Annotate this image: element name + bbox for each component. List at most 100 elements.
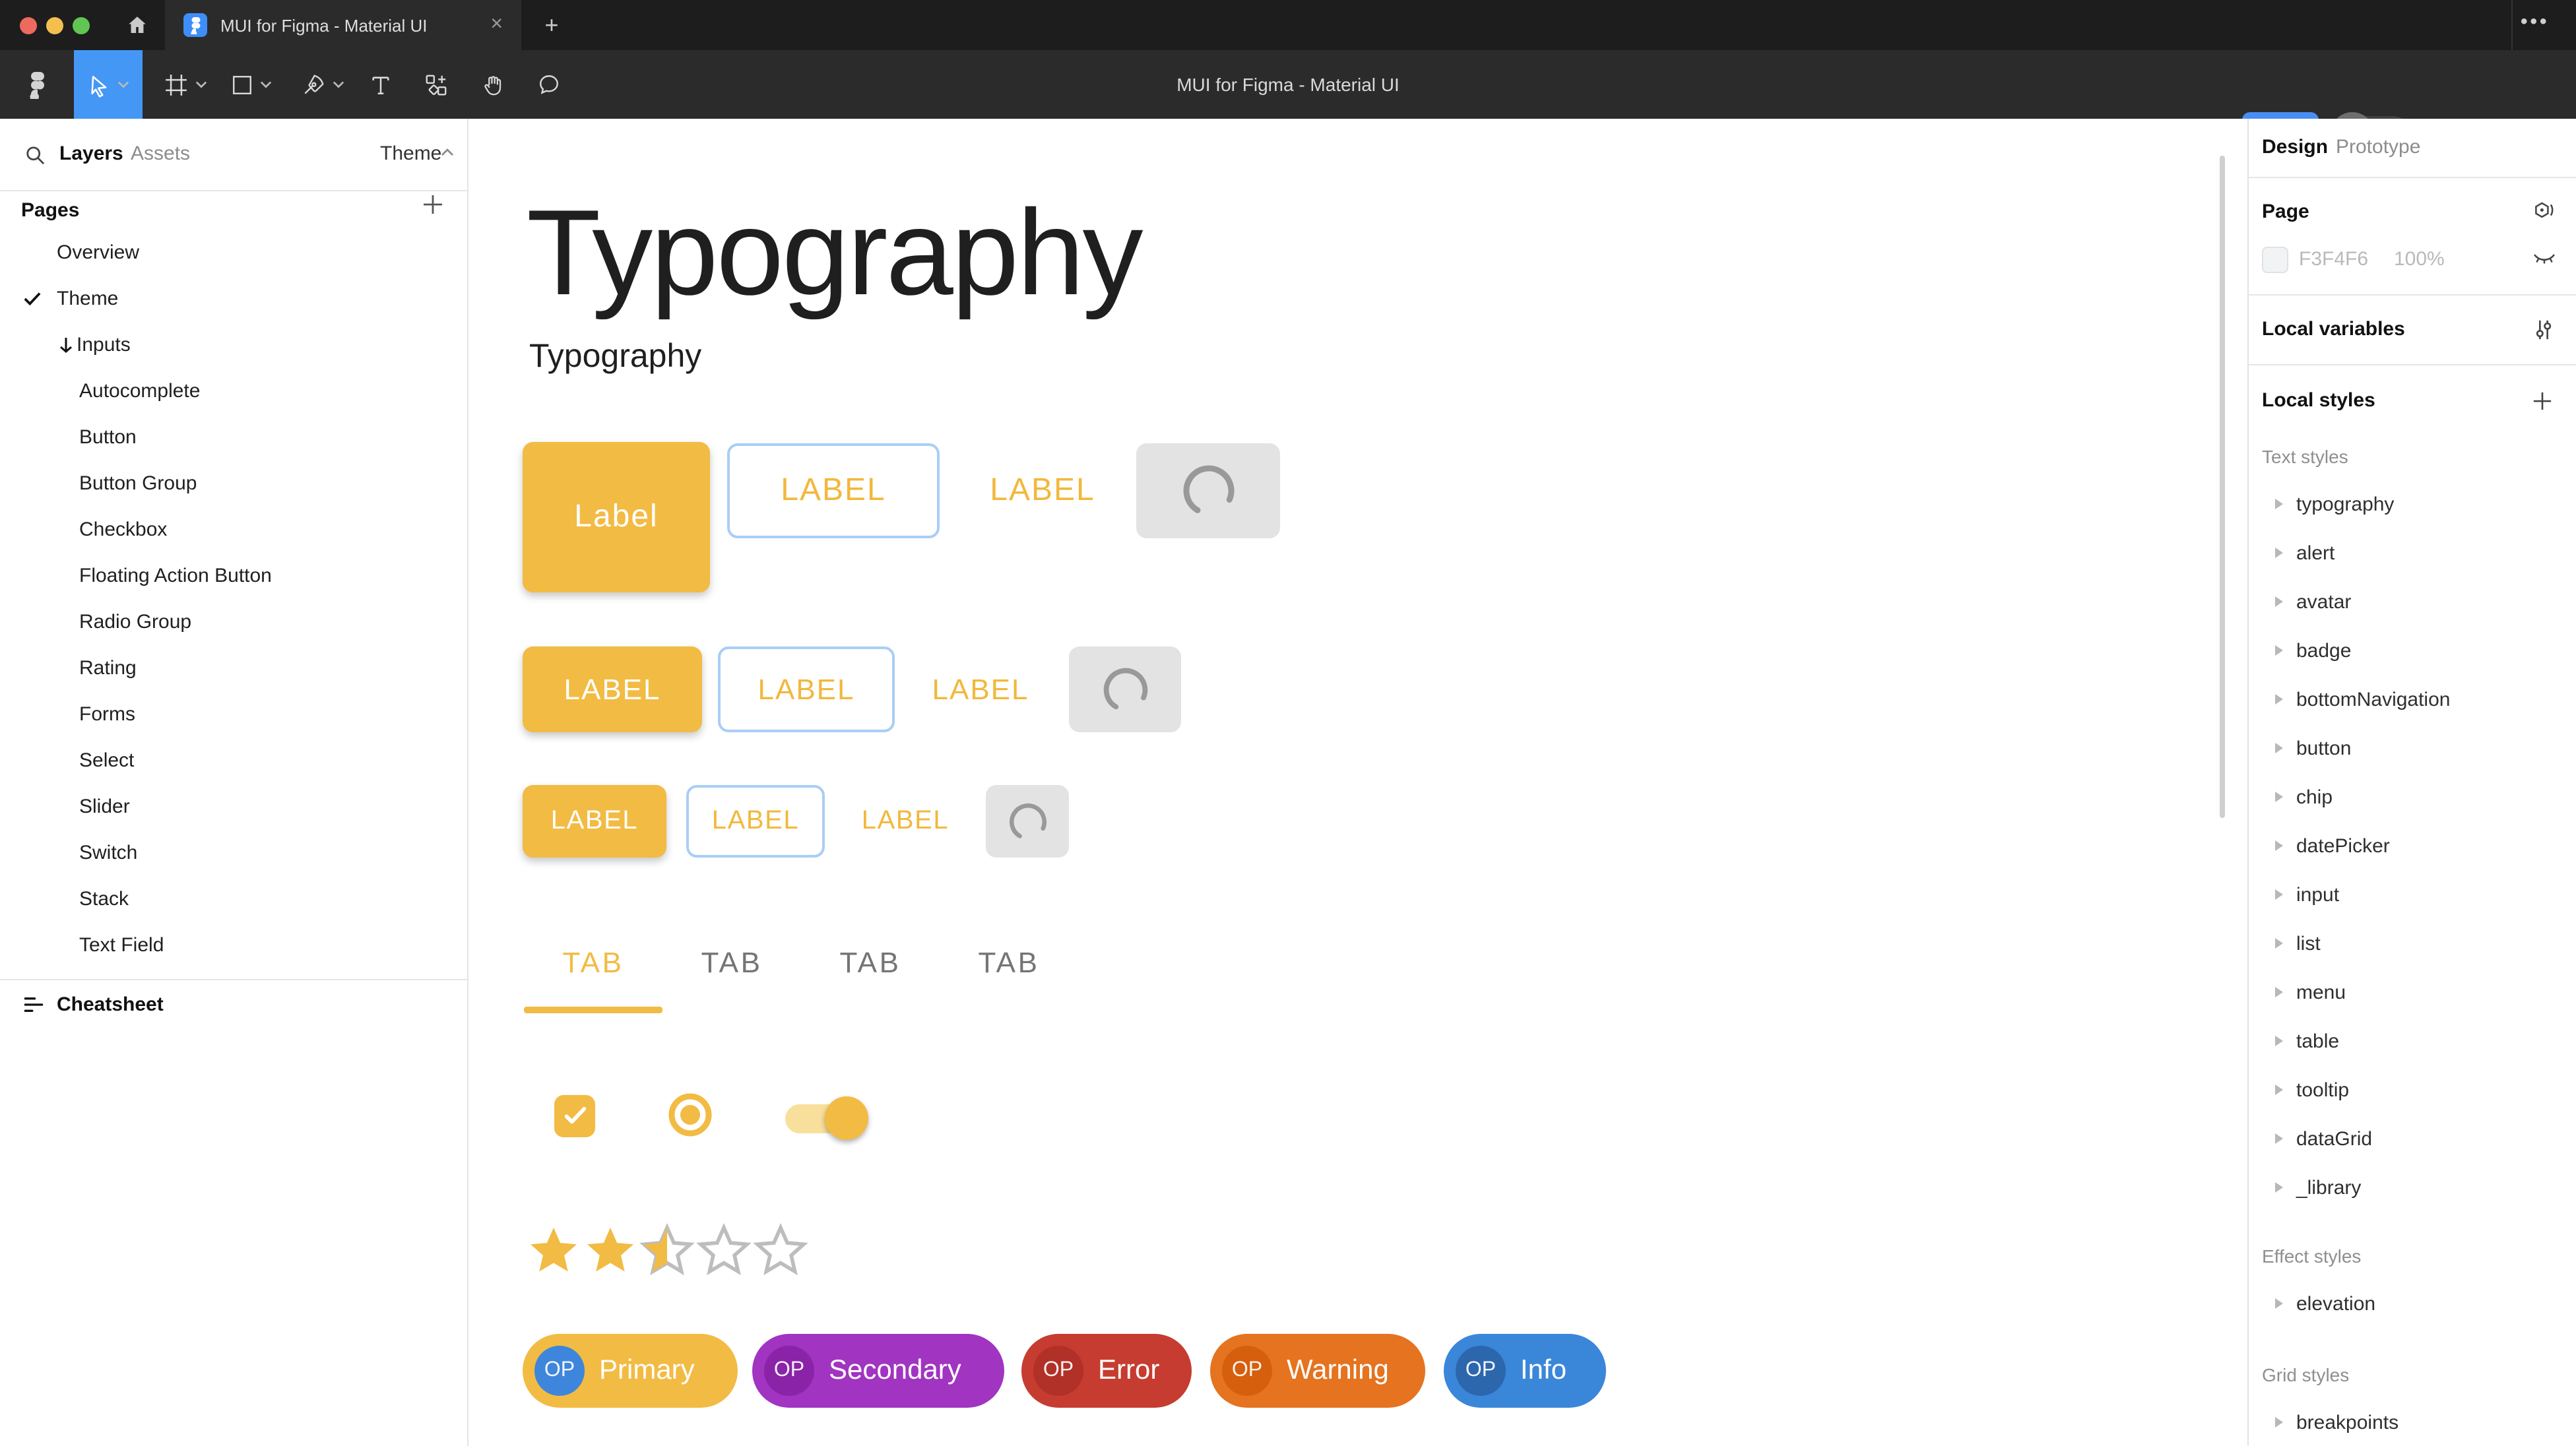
actions-components-tool-button[interactable] bbox=[412, 50, 459, 119]
style-button[interactable]: button bbox=[2249, 724, 2576, 772]
chip-warning[interactable]: OP Warning bbox=[1210, 1334, 1425, 1408]
button-outlined-small[interactable]: LABEL bbox=[686, 785, 825, 858]
disclosure-triangle-icon[interactable] bbox=[2275, 840, 2283, 851]
sidebar-page-switch[interactable]: Switch bbox=[0, 830, 467, 876]
button-outlined-large[interactable]: LABEL bbox=[727, 443, 940, 538]
disclosure-triangle-icon[interactable] bbox=[2275, 596, 2283, 607]
radio-button-selected[interactable] bbox=[666, 1091, 714, 1139]
disclosure-triangle-icon[interactable] bbox=[2275, 1133, 2283, 1144]
button-loading-small[interactable] bbox=[986, 785, 1069, 858]
add-page-icon[interactable] bbox=[422, 194, 454, 226]
disclosure-triangle-icon[interactable] bbox=[2275, 499, 2283, 509]
mui-tab-1[interactable]: TAB bbox=[524, 926, 662, 1000]
design-canvas[interactable]: Typography Typography Label LABEL LABEL … bbox=[468, 119, 2247, 1446]
disclosure-triangle-icon[interactable] bbox=[2275, 889, 2283, 900]
tab-design[interactable]: Design bbox=[2262, 124, 2328, 172]
tab-close-icon[interactable]: × bbox=[490, 15, 503, 36]
switch-thumb[interactable] bbox=[825, 1096, 868, 1140]
disclosure-triangle-icon[interactable] bbox=[2275, 1417, 2283, 1428]
style-breakpoints[interactable]: breakpoints bbox=[2249, 1399, 2576, 1446]
frame-tool-button[interactable] bbox=[156, 50, 214, 119]
tab-assets[interactable]: Assets bbox=[131, 142, 190, 165]
comment-tool-button[interactable] bbox=[525, 50, 573, 119]
button-contained-small[interactable]: LABEL bbox=[523, 785, 666, 858]
sidebar-page-floating-action-button[interactable]: Floating Action Button bbox=[0, 553, 467, 599]
disclosure-triangle-icon[interactable] bbox=[2275, 694, 2283, 705]
sidebar-page-rating[interactable]: Rating bbox=[0, 645, 467, 691]
mui-tab-4[interactable]: TAB bbox=[940, 926, 1078, 1000]
page-variables-icon[interactable] bbox=[2532, 201, 2556, 224]
main-menu-figma-logo-icon[interactable] bbox=[11, 50, 63, 119]
pen-tool-chevron-icon[interactable] bbox=[332, 80, 344, 88]
sidebar-page-button[interactable]: Button bbox=[0, 414, 467, 460]
style-badge[interactable]: badge bbox=[2249, 627, 2576, 674]
button-contained-medium[interactable]: LABEL bbox=[523, 646, 702, 732]
window-close-button[interactable] bbox=[20, 17, 37, 34]
disclosure-triangle-icon[interactable] bbox=[2275, 1084, 2283, 1095]
style-library[interactable]: _library bbox=[2249, 1164, 2576, 1211]
disclosure-triangle-icon[interactable] bbox=[2275, 1182, 2283, 1193]
style-elevation[interactable]: elevation bbox=[2249, 1280, 2576, 1327]
sidebar-page-button-group[interactable]: Button Group bbox=[0, 460, 467, 507]
chip-error[interactable]: OP Error bbox=[1021, 1334, 1192, 1408]
mui-tab-3[interactable]: TAB bbox=[801, 926, 940, 1000]
sidebar-page-overview[interactable]: Overview bbox=[0, 230, 467, 276]
canvas-scrollbar[interactable] bbox=[2220, 156, 2225, 818]
window-overflow-menu-icon[interactable]: ••• bbox=[2521, 11, 2550, 33]
style-menu[interactable]: menu bbox=[2249, 968, 2576, 1016]
button-text-large[interactable]: LABEL bbox=[977, 443, 1109, 538]
style-bottomnavigation[interactable]: bottomNavigation bbox=[2249, 676, 2576, 723]
style-table[interactable]: table bbox=[2249, 1017, 2576, 1065]
move-tool-button[interactable] bbox=[74, 50, 143, 119]
add-style-icon[interactable] bbox=[2532, 391, 2552, 411]
move-tool-chevron-icon[interactable] bbox=[117, 80, 129, 88]
rating-stars[interactable] bbox=[525, 1223, 809, 1278]
style-avatar[interactable]: avatar bbox=[2249, 578, 2576, 625]
button-text-small[interactable]: LABEL bbox=[856, 785, 954, 858]
style-input[interactable]: input bbox=[2249, 871, 2576, 918]
chip-info[interactable]: OP Info bbox=[1444, 1334, 1606, 1408]
style-list[interactable]: list bbox=[2249, 920, 2576, 967]
style-tooltip[interactable]: tooltip bbox=[2249, 1066, 2576, 1114]
sidebar-item-cheatsheet[interactable]: Cheatsheet bbox=[0, 980, 467, 1028]
disclosure-triangle-icon[interactable] bbox=[2275, 987, 2283, 997]
disclosure-triangle-icon[interactable] bbox=[2275, 645, 2283, 656]
sidebar-page-slider[interactable]: Slider bbox=[0, 784, 467, 830]
window-minimize-button[interactable] bbox=[46, 17, 63, 34]
file-tab[interactable]: MUI for Figma - Material UI × bbox=[165, 0, 521, 50]
text-tool-button[interactable] bbox=[356, 50, 404, 119]
style-alert[interactable]: alert bbox=[2249, 529, 2576, 577]
page-color-swatch[interactable] bbox=[2262, 247, 2288, 273]
style-chip[interactable]: chip bbox=[2249, 773, 2576, 821]
hand-tool-button[interactable] bbox=[470, 50, 517, 119]
shape-tool-chevron-icon[interactable] bbox=[259, 80, 271, 88]
mui-tab-2[interactable]: TAB bbox=[662, 926, 801, 1000]
style-typography[interactable]: typography bbox=[2249, 480, 2576, 528]
search-icon[interactable] bbox=[25, 145, 45, 165]
chip-primary[interactable]: OP Primary bbox=[523, 1334, 738, 1408]
disclosure-triangle-icon[interactable] bbox=[2275, 938, 2283, 949]
new-tab-button[interactable]: + bbox=[536, 9, 567, 41]
button-loading-large[interactable] bbox=[1136, 443, 1280, 538]
sidebar-page-radio-group[interactable]: Radio Group bbox=[0, 599, 467, 645]
sidebar-page-theme[interactable]: Theme bbox=[0, 276, 467, 322]
page-color-opacity[interactable]: 100% bbox=[2394, 236, 2445, 284]
page-switcher-label[interactable]: Theme bbox=[380, 142, 441, 165]
page-color-hex[interactable]: F3F4F6 bbox=[2299, 236, 2368, 284]
window-zoom-button[interactable] bbox=[73, 17, 90, 34]
sidebar-page-autocomplete[interactable]: Autocomplete bbox=[0, 368, 467, 414]
style-datepicker[interactable]: datePicker bbox=[2249, 822, 2576, 869]
button-text-medium[interactable]: LABEL bbox=[924, 646, 1037, 732]
frame-tool-chevron-icon[interactable] bbox=[195, 80, 207, 88]
sidebar-page-checkbox[interactable]: Checkbox bbox=[0, 507, 467, 553]
eye-closed-icon[interactable] bbox=[2532, 251, 2556, 269]
button-loading-medium[interactable] bbox=[1069, 646, 1181, 732]
disclosure-triangle-icon[interactable] bbox=[2275, 548, 2283, 558]
sidebar-page-inputs[interactable]: Inputs bbox=[0, 322, 467, 368]
style-datagrid[interactable]: dataGrid bbox=[2249, 1115, 2576, 1162]
disclosure-triangle-icon[interactable] bbox=[2275, 1298, 2283, 1309]
pen-tool-button[interactable] bbox=[293, 50, 351, 119]
shape-tool-button[interactable] bbox=[222, 50, 280, 119]
variables-sliders-icon[interactable] bbox=[2532, 319, 2555, 341]
chevron-up-icon[interactable] bbox=[441, 148, 454, 157]
